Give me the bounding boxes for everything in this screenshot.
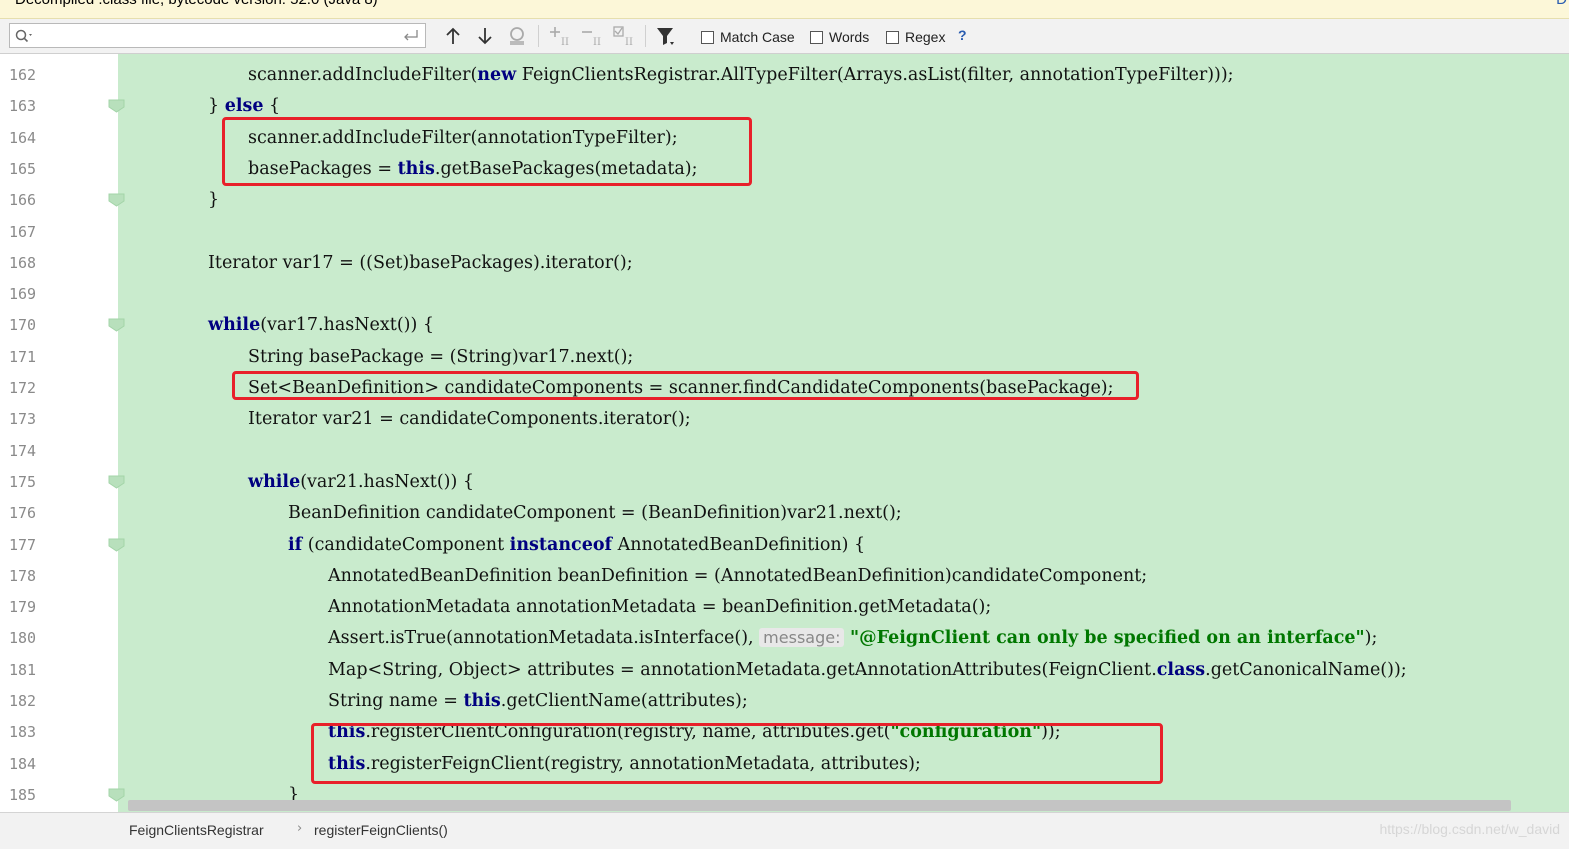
words-label: Words (829, 29, 870, 45)
line-number: 180 (9, 629, 37, 648)
code-line[interactable]: AnnotationMetadata annotationMetadata = … (128, 597, 991, 617)
match-case-checkbox[interactable]: Match Case (701, 28, 795, 46)
regex-box[interactable] (886, 30, 899, 44)
code-line[interactable]: scanner.addIncludeFilter(new FeignClient… (128, 65, 1234, 85)
breadcrumb-bar: FeignClientsRegistrar › registerFeignCli… (0, 812, 1569, 849)
code-line[interactable]: scanner.addIncludeFilter(annotationTypeF… (128, 128, 678, 148)
code-line[interactable]: Iterator var21 = candidateComponents.ite… (128, 409, 691, 429)
svg-text:II: II (561, 37, 569, 48)
enter-icon (404, 30, 418, 41)
search-icon[interactable] (14, 28, 34, 44)
line-number: 165 (9, 159, 37, 178)
svg-text:II: II (593, 37, 601, 48)
fold-marker-icon[interactable] (108, 99, 125, 113)
match-case-box[interactable] (701, 30, 714, 44)
line-number: 183 (9, 723, 37, 742)
select-all-occurrences-icon[interactable]: II (612, 24, 636, 48)
line-number: 182 (9, 692, 37, 710)
breadcrumb-class[interactable]: FeignClientsRegistrar (129, 822, 264, 838)
line-number: 169 (9, 285, 37, 304)
line-number: 178 (9, 566, 37, 585)
search-input[interactable] (48, 26, 402, 47)
words-checkbox[interactable]: Words (810, 28, 869, 46)
decompiled-banner: Decompiled .class file, bytecode version… (0, 0, 1569, 19)
regex-help-link[interactable]: ? (958, 27, 967, 43)
toolbar-separator (538, 25, 539, 47)
next-occurrence-icon[interactable] (473, 24, 497, 48)
line-number: 172 (9, 379, 37, 397)
line-number: 166 (9, 191, 37, 210)
line-number: 176 (9, 504, 37, 523)
filter-icon[interactable] (654, 24, 678, 48)
regex-label: Regex (905, 29, 946, 45)
match-case-label: Match Case (720, 29, 795, 45)
horizontal-scrollbar[interactable] (128, 800, 1511, 811)
code-line[interactable]: Set<BeanDefinition> candidateComponents … (128, 378, 1114, 398)
search-box[interactable] (9, 23, 426, 48)
line-number: 174 (9, 441, 37, 460)
toolbar-separator (645, 25, 646, 47)
fold-marker-icon[interactable] (108, 318, 125, 332)
line-number: 171 (9, 347, 37, 366)
line-number: 164 (9, 128, 37, 147)
line-number: 175 (9, 472, 37, 491)
banner-link[interactable]: D (1556, 0, 1567, 8)
add-selection-icon[interactable]: II (548, 24, 572, 48)
line-number: 184 (9, 754, 37, 773)
code-line[interactable]: this.registerFeignClient(registry, annot… (128, 754, 921, 774)
banner-text: Decompiled .class file, bytecode version… (15, 0, 378, 8)
svg-text:II: II (625, 37, 633, 48)
line-number: 181 (9, 660, 37, 679)
watermark: https://blog.csdn.net/w_david (1379, 821, 1560, 837)
line-number: 168 (9, 253, 37, 272)
fold-marker-icon[interactable] (108, 538, 125, 552)
line-number: 185 (9, 785, 37, 804)
code-line[interactable]: String name = this.getClientName(attribu… (128, 691, 748, 711)
breadcrumb-separator-icon: › (297, 821, 303, 836)
code-line[interactable]: String basePackage = (String)var17.next(… (128, 347, 633, 367)
line-number: 163 (9, 97, 37, 116)
line-number: 173 (9, 410, 37, 429)
code-line[interactable]: BeanDefinition candidateComponent = (Bea… (128, 503, 902, 523)
fold-marker-icon[interactable] (108, 193, 125, 207)
code-line[interactable]: this.registerClientConfiguration(registr… (128, 722, 1061, 742)
code-line[interactable]: Map<String, Object> attributes = annotat… (128, 660, 1407, 680)
code-line[interactable]: Assert.isTrue(annotationMetadata.isInter… (128, 628, 1377, 648)
code-line[interactable]: while(var21.hasNext()) { (128, 472, 474, 492)
remove-selection-icon[interactable]: II (580, 24, 604, 48)
words-box[interactable] (810, 30, 823, 44)
code-line[interactable]: Iterator var17 = ((Set)basePackages).ite… (128, 253, 633, 273)
find-all-icon[interactable] (505, 24, 529, 48)
line-number: 162 (9, 66, 37, 84)
code-line[interactable]: } else { (128, 96, 280, 116)
breadcrumb-method[interactable]: registerFeignClients() (314, 822, 448, 838)
previous-occurrence-icon[interactable] (441, 24, 465, 48)
line-number: 170 (9, 316, 37, 335)
code-line[interactable]: AnnotatedBeanDefinition beanDefinition =… (128, 566, 1147, 586)
code-line[interactable]: while(var17.hasNext()) { (128, 315, 434, 335)
line-number: 167 (9, 222, 37, 241)
code-line[interactable]: } (128, 190, 219, 210)
search-toolbar: II II II Match Case Words Regex ? (0, 19, 1569, 54)
code-editor[interactable]: 162 scanner.addIncludeFilter(new FeignCli… (0, 54, 1569, 812)
fold-marker-icon[interactable] (108, 475, 125, 489)
fold-marker-icon[interactable] (108, 788, 125, 802)
line-number: 177 (9, 535, 37, 554)
code-line[interactable]: if (candidateComponent instanceof Annota… (128, 535, 865, 555)
line-number: 179 (9, 598, 37, 617)
code-line[interactable]: basePackages = this.getBasePackages(meta… (128, 159, 698, 179)
regex-checkbox[interactable]: Regex (886, 28, 945, 46)
